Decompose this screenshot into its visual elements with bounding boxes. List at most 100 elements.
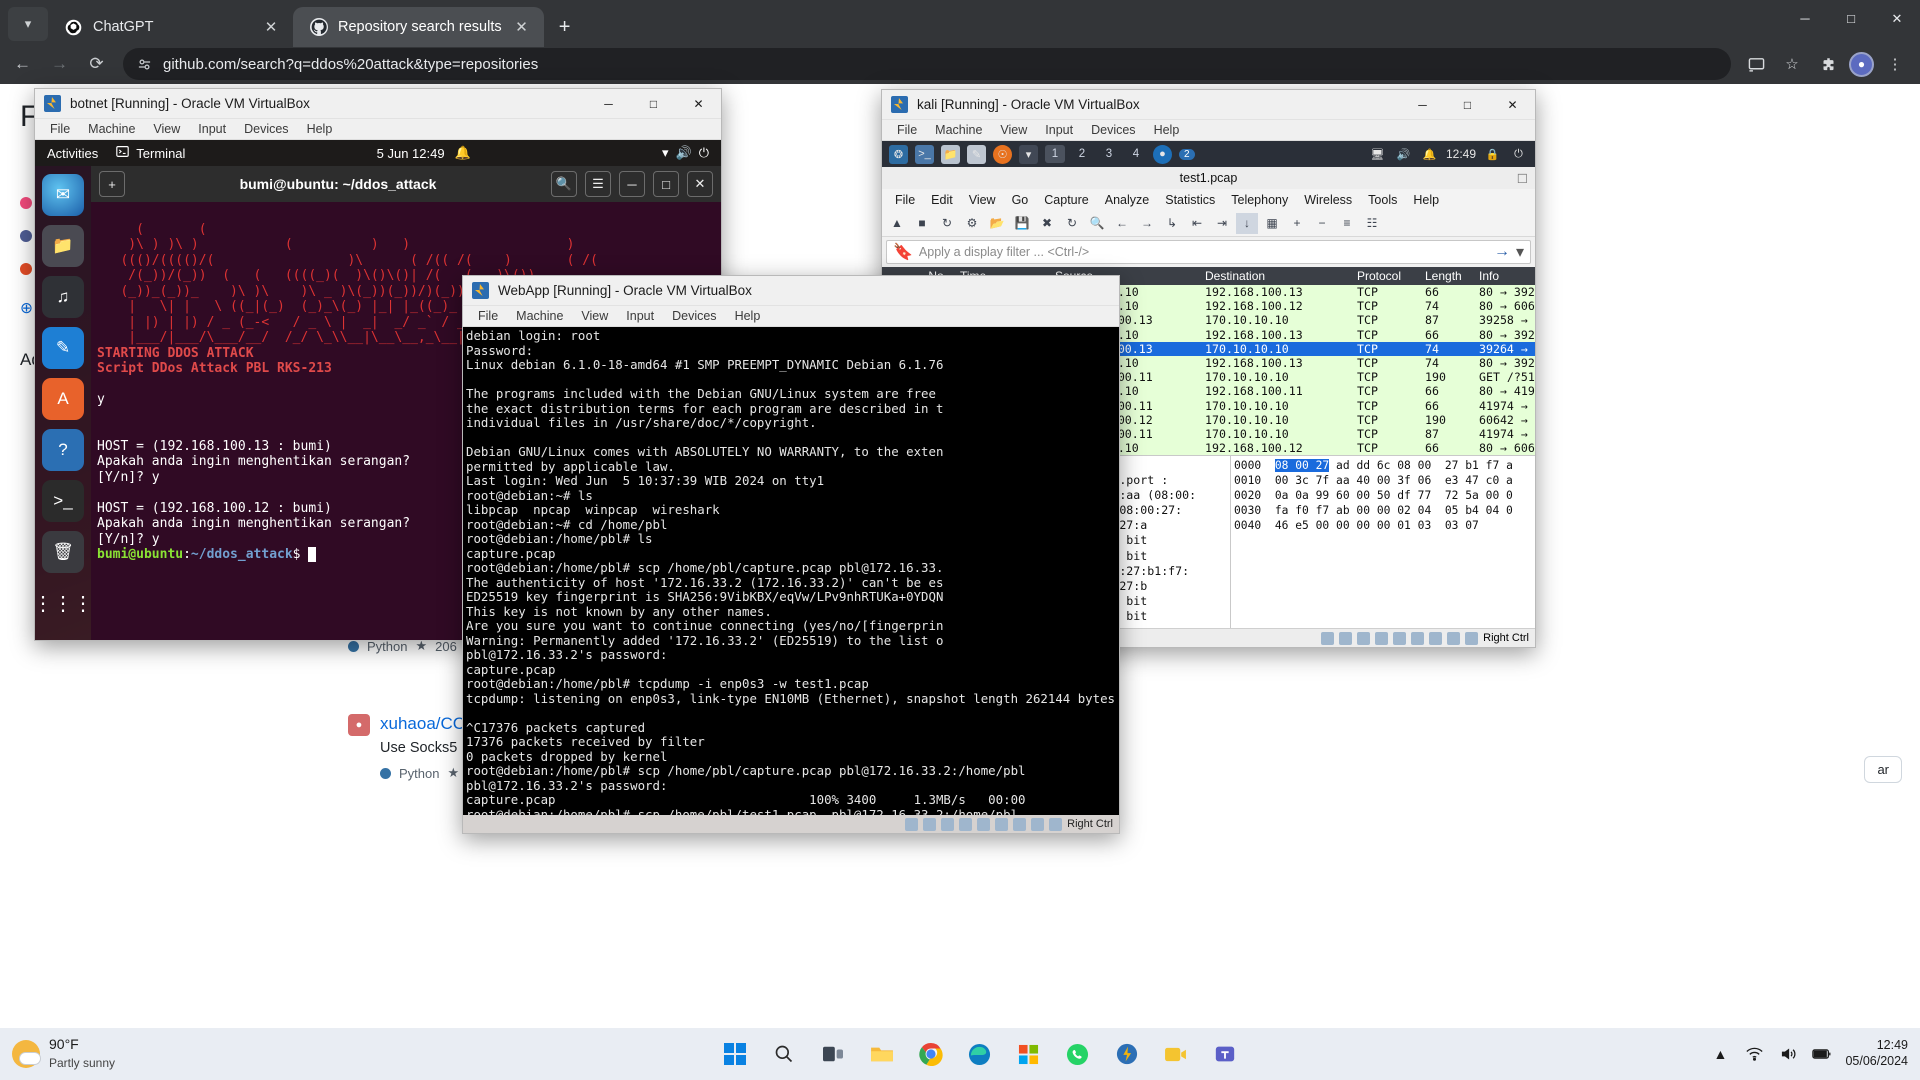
menu-input[interactable]: Input	[189, 122, 235, 136]
apply-filter-icon[interactable]: →	[1494, 243, 1510, 261]
save-file-icon[interactable]: 💾	[1011, 213, 1033, 234]
go-back-icon[interactable]: ←	[1111, 213, 1133, 234]
chrome-menu-icon[interactable]: ⋮	[1880, 49, 1910, 79]
menu-help[interactable]: Help	[726, 309, 770, 323]
thunderbird-icon[interactable]: ✉	[42, 174, 84, 216]
menu-view[interactable]: View	[961, 193, 1004, 207]
menu-view[interactable]: View	[572, 309, 617, 323]
column-header-length[interactable]: Length	[1419, 269, 1473, 283]
weather-widget[interactable]: 90°F Partly sunny	[0, 1036, 250, 1072]
activities-button[interactable]: Activities	[47, 146, 98, 161]
workspace-1[interactable]: 1	[1045, 145, 1065, 163]
new-tab-icon[interactable]: +	[99, 171, 125, 197]
tab-search-dropdown-icon[interactable]: ▾	[8, 7, 48, 41]
menu-telephony[interactable]: Telephony	[1223, 193, 1296, 207]
zoom-out-icon[interactable]: −	[1311, 213, 1333, 234]
hex-row[interactable]: 0040 46 e5 00 00 00 00 01 03 03 07	[1234, 518, 1532, 533]
reload-button[interactable]: ⟳	[80, 48, 113, 81]
debian-console-output[interactable]: debian login: root Password: Linux debia…	[463, 327, 1119, 815]
folder-icon[interactable]: 📁	[941, 144, 960, 164]
search-icon[interactable]	[764, 1034, 804, 1074]
menu-devices[interactable]: Devices	[663, 309, 725, 323]
zoom-in-icon[interactable]: +	[1286, 213, 1308, 234]
menu-machine[interactable]: Machine	[926, 123, 991, 137]
start-icon[interactable]	[715, 1034, 755, 1074]
site-settings-icon[interactable]	[135, 55, 153, 73]
close-button[interactable]: ✕	[1874, 0, 1920, 37]
menu-edit[interactable]: Edit	[923, 193, 961, 207]
ubuntu-clock[interactable]: 5 Jun 12:49 🔔	[377, 145, 471, 161]
terminal-icon[interactable]: >_	[915, 144, 934, 164]
show-apps-icon[interactable]: ⋮⋮⋮	[35, 582, 93, 624]
open-file-icon[interactable]: 📂	[986, 213, 1008, 234]
files-icon[interactable]: 📁	[42, 225, 84, 267]
reload-file-icon[interactable]: ↻	[1061, 213, 1083, 234]
chevron-up-icon[interactable]: ▲	[1709, 1043, 1731, 1065]
taskbar-clock[interactable]: 12:49 05/06/2024	[1845, 1038, 1908, 1069]
hamburger-menu-icon[interactable]: ☰	[585, 171, 611, 197]
teams-icon[interactable]	[1205, 1034, 1245, 1074]
workspace-2[interactable]: 2	[1072, 145, 1092, 163]
packet-bytes-pane[interactable]: 0000 08 00 27 ad dd 6c 08 00 27 b1 f7 a0…	[1230, 456, 1535, 628]
terminal-icon[interactable]: >_	[42, 480, 84, 522]
minimize-button[interactable]: ─	[1400, 90, 1445, 120]
lock-icon[interactable]: 🔒	[1483, 145, 1502, 164]
capture-options-icon[interactable]: ⚙	[961, 213, 983, 234]
close-tab-icon[interactable]: ✕	[512, 17, 532, 37]
menu-machine[interactable]: Machine	[79, 122, 144, 136]
menu-help[interactable]: Help	[298, 122, 342, 136]
display-filter-bar[interactable]: 🔖 Apply a display filter ... <Ctrl-/> → …	[886, 240, 1531, 264]
minimize-button[interactable]: ─	[619, 171, 645, 197]
close-button[interactable]: ✕	[687, 171, 713, 197]
file-explorer-icon[interactable]	[862, 1034, 902, 1074]
maximize-button[interactable]: □	[653, 171, 679, 197]
battery-icon[interactable]	[1811, 1043, 1833, 1065]
find-packet-icon[interactable]: 🔍	[1086, 213, 1108, 234]
display-icon[interactable]: 🖥	[1368, 145, 1387, 164]
menu-file[interactable]: File	[41, 122, 79, 136]
menu-help[interactable]: Help	[1145, 123, 1189, 137]
resize-columns-icon[interactable]: ☷	[1361, 213, 1383, 234]
hex-row[interactable]: 0000 08 00 27 ad dd 6c 08 00 27 b1 f7 a	[1234, 458, 1532, 473]
profile-avatar[interactable]: ●	[1849, 51, 1874, 77]
star-icon[interactable]: ☆	[1777, 49, 1807, 79]
minimize-button[interactable]: ─	[586, 89, 631, 119]
hex-row[interactable]: 0020 0a 0a 99 60 00 50 df 77 72 5a 00 0	[1234, 488, 1532, 503]
edge-icon[interactable]	[960, 1034, 1000, 1074]
window-menu-icon[interactable]: ☐	[1517, 171, 1528, 186]
vm-guest-screen-webapp[interactable]: debian login: root Password: Linux debia…	[463, 327, 1119, 815]
menu-help[interactable]: Help	[1405, 193, 1447, 207]
start-capture-icon[interactable]: ▲	[886, 213, 908, 234]
close-button[interactable]: ✕	[676, 89, 721, 119]
browser-tab-chatgpt[interactable]: ChatGPT ✕	[48, 7, 293, 47]
chrome-icon[interactable]	[911, 1034, 951, 1074]
menu-statistics[interactable]: Statistics	[1157, 193, 1223, 207]
menu-file[interactable]: File	[887, 193, 923, 207]
menu-input[interactable]: Input	[617, 309, 663, 323]
bookmark-icon[interactable]: 🔖	[893, 242, 913, 262]
column-header-info[interactable]: Info	[1473, 269, 1535, 283]
menu-capture[interactable]: Capture	[1036, 193, 1096, 207]
search-icon[interactable]: 🔍	[551, 171, 577, 197]
vm-titlebar-webapp[interactable]: WebApp [Running] - Oracle VM VirtualBox	[463, 276, 1119, 306]
menu-view[interactable]: View	[144, 122, 189, 136]
menu-analyze[interactable]: Analyze	[1097, 193, 1157, 207]
editor-icon[interactable]: ✎	[967, 144, 986, 164]
menu-file[interactable]: File	[469, 309, 507, 323]
address-bar[interactable]: github.com/search?q=ddos%20attack&type=r…	[123, 48, 1731, 80]
go-to-last-icon[interactable]: ⇥	[1211, 213, 1233, 234]
wifi-icon[interactable]	[1743, 1043, 1765, 1065]
autoscroll-icon[interactable]: ↓	[1236, 212, 1258, 234]
task-view-icon[interactable]	[813, 1034, 853, 1074]
trash-icon[interactable]: 🗑	[42, 531, 84, 573]
libreoffice-writer-icon[interactable]: ✎	[42, 327, 84, 369]
active-app-indicator[interactable]: Terminal	[116, 145, 185, 161]
firefox-icon[interactable]: ☉	[993, 144, 1012, 164]
colorize-icon[interactable]: ▦	[1261, 213, 1283, 234]
hex-row[interactable]: 0010 00 3c 7f aa 40 00 3f 06 e3 47 c0 a	[1234, 473, 1532, 488]
vm-titlebar-kali[interactable]: kali [Running] - Oracle VM VirtualBox ─ …	[882, 90, 1535, 120]
virtualbox-window-webapp[interactable]: WebApp [Running] - Oracle VM VirtualBox …	[462, 275, 1120, 834]
maximize-button[interactable]: □	[1445, 90, 1490, 120]
column-header-destination[interactable]: Destination	[1199, 269, 1351, 283]
workspace-3[interactable]: 3	[1099, 145, 1119, 163]
